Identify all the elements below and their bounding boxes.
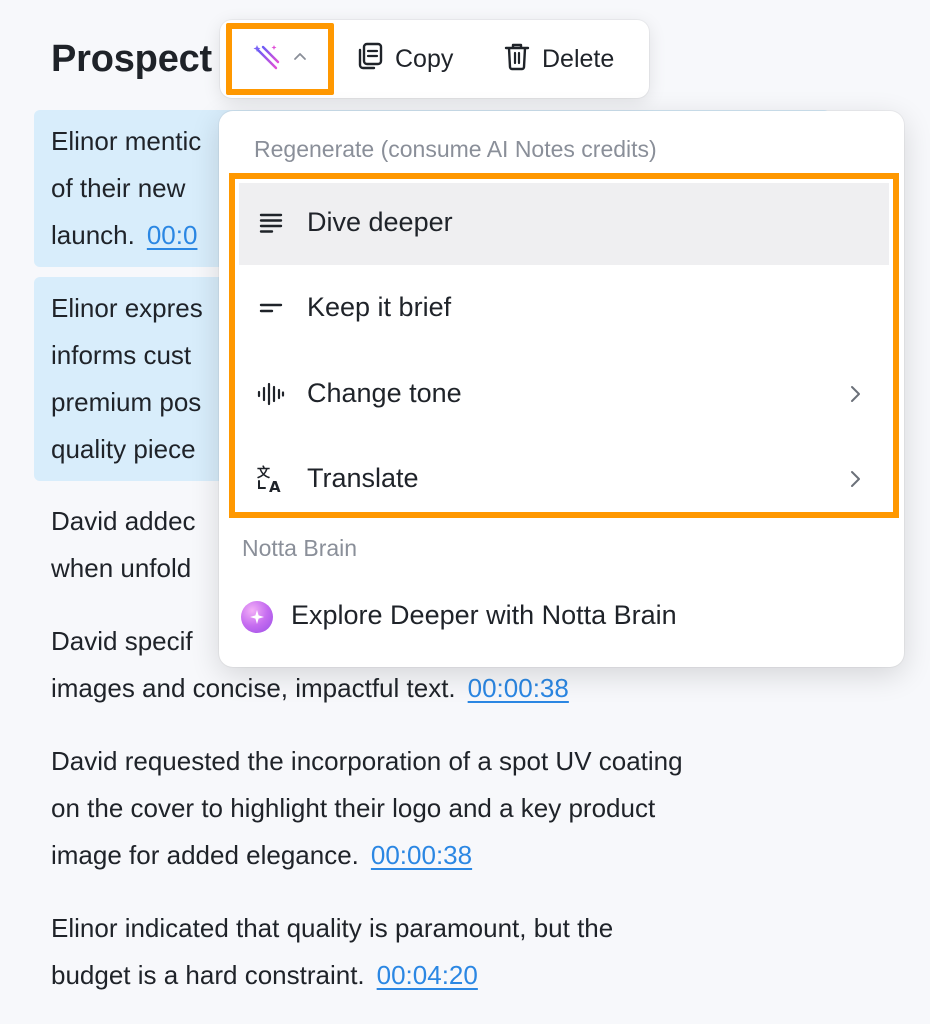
menu-item-label: Dive deeper [307, 207, 453, 237]
regenerate-options-group: Dive deeper Keep it brief Change tone 文 … [229, 173, 899, 518]
trash-icon [502, 41, 532, 78]
menu-item-dive-deeper[interactable]: Dive deeper [239, 183, 889, 265]
menu-item-explore-notta-brain[interactable]: Explore Deeper with Notta Brain [233, 581, 883, 651]
timestamp-link[interactable]: 00:0 [147, 220, 198, 250]
delete-label: Delete [542, 44, 615, 73]
timestamp-link[interactable]: 00:04:20 [377, 960, 478, 990]
menu-item-label: Explore Deeper with Notta Brain [291, 600, 677, 630]
menu-item-label: Keep it brief [307, 292, 452, 322]
timestamp-link[interactable]: 00:00:38 [468, 673, 569, 703]
delete-button[interactable]: Delete [502, 38, 614, 80]
note-line: Elinor indicated that quality is paramou… [51, 913, 614, 943]
menu-item-change-tone[interactable]: Change tone [239, 354, 889, 436]
menu-item-keep-it-brief[interactable]: Keep it brief [239, 268, 889, 350]
menu-item-label: Change tone [307, 378, 462, 408]
sparkle-orb-icon [241, 601, 273, 633]
page-title: Prospect [51, 38, 213, 80]
regenerate-section-label: Regenerate (consume AI Notes credits) [254, 136, 657, 162]
short-lines-icon [255, 292, 287, 324]
chevron-right-icon [843, 467, 867, 491]
note-paragraph[interactable]: David requested the incorporation of a s… [34, 738, 830, 879]
notta-brain-section-label: Notta Brain [242, 535, 358, 561]
note-line: budget is a hard constraint. 00:04:20 [51, 960, 478, 990]
ai-regenerate-button[interactable] [226, 23, 334, 95]
chevron-right-icon [843, 382, 867, 406]
soundwave-icon [255, 378, 287, 410]
menu-item-label: Translate [307, 463, 419, 493]
note-line: David requested the incorporation of a s… [51, 746, 683, 776]
note-paragraph[interactable]: Elinor indicated that quality is paramou… [34, 905, 830, 999]
copy-icon [355, 41, 385, 78]
lines-icon [255, 207, 287, 239]
copy-label: Copy [395, 44, 454, 73]
copy-button[interactable]: Copy [355, 38, 453, 80]
svg-text:A: A [269, 478, 281, 494]
chevron-up-icon [292, 49, 308, 70]
note-line: on the cover to highlight their logo and… [51, 793, 656, 823]
floating-toolbar: Copy Delete [220, 20, 649, 98]
translate-icon: 文 A [255, 463, 287, 495]
menu-item-translate[interactable]: 文 A Translate [239, 439, 889, 521]
regenerate-menu: Regenerate (consume AI Notes credits) Di… [219, 111, 904, 667]
note-line: image for added elegance. 00:00:38 [51, 840, 473, 870]
timestamp-link[interactable]: 00:00:38 [371, 840, 472, 870]
magic-wand-icon [252, 42, 282, 77]
note-line: images and concise, impactful text. 00:00… [51, 673, 569, 703]
